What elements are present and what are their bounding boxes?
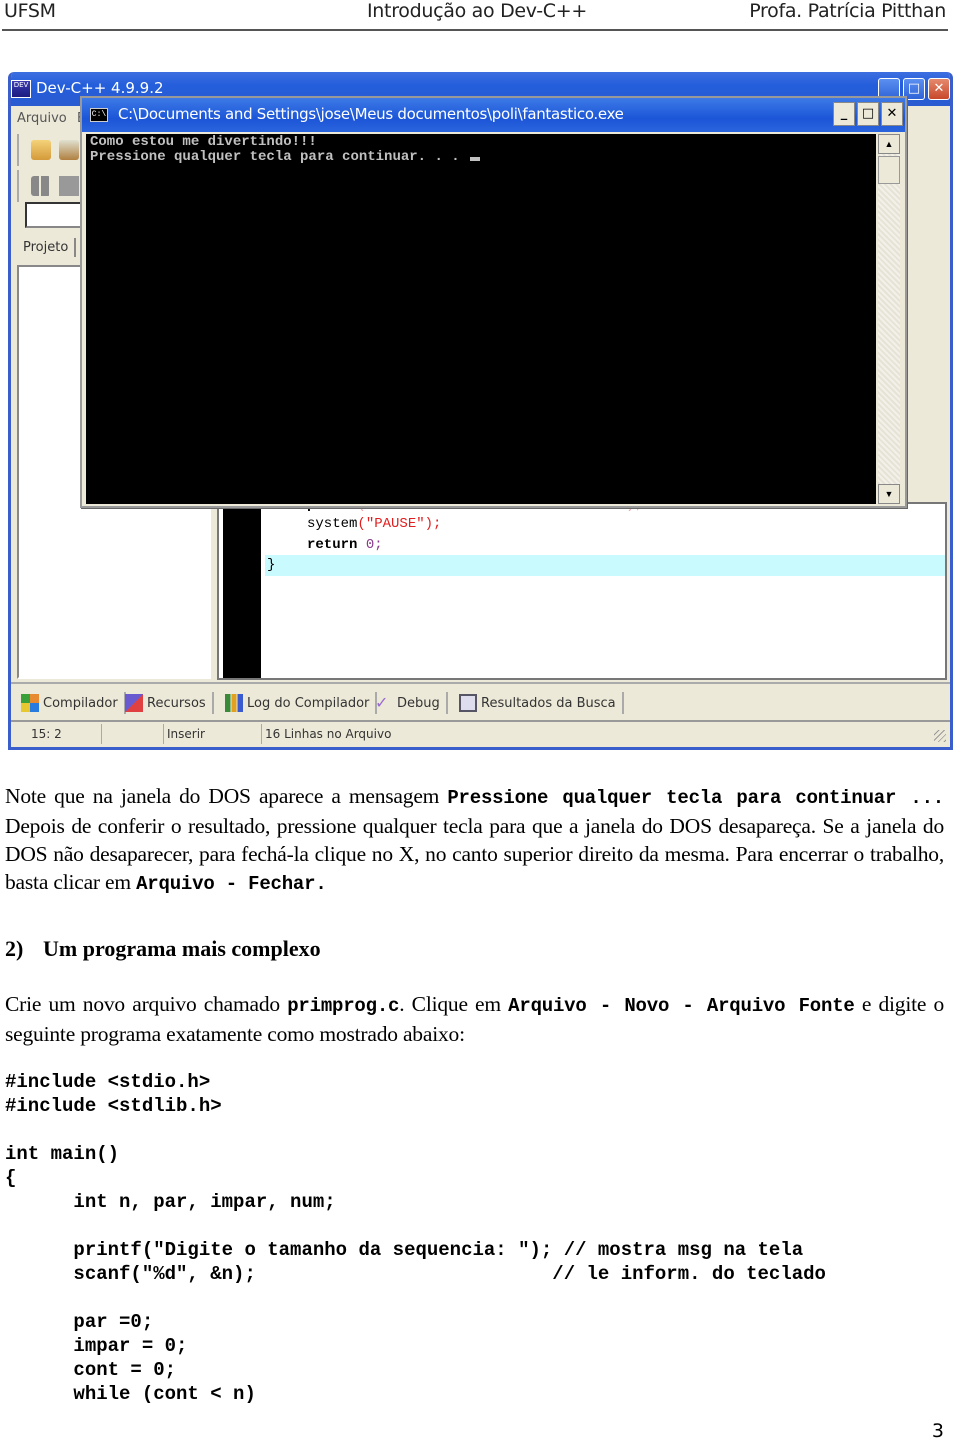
inline-code: primprog.c: [287, 995, 400, 1017]
section-heading: 2) Um programa mais complexo: [5, 936, 321, 961]
header-title: Introdução ao Dev-C++: [367, 0, 587, 22]
header-author: Profa. Patrícia Pitthan: [749, 0, 946, 22]
square-icon[interactable]: [59, 176, 79, 196]
header-institution: UFSM: [4, 0, 56, 22]
editor-line: return 0;: [307, 536, 383, 553]
code-line: #include <stdio.h>: [5, 1071, 211, 1093]
code-line: scanf("%d", &n); // le inform. do teclad…: [5, 1263, 826, 1285]
inline-code: Arquivo - Fechar.: [136, 873, 327, 895]
compiler-icon: [21, 694, 39, 712]
editor-line: system("PAUSE");: [307, 516, 442, 532]
paragraph-dos-note: Note que na janela do DOS aparece a mens…: [5, 784, 944, 895]
cmd-icon: C:\: [90, 108, 108, 122]
resources-icon: [125, 694, 143, 712]
tab-debug[interactable]: ✓ Debug: [375, 692, 448, 714]
status-mode: Inserir: [167, 727, 205, 741]
open-project-icon[interactable]: [59, 140, 79, 160]
code-editor[interactable]: printf("Como estou me divertindo...\n");…: [217, 502, 947, 680]
code-line: printf("Digite o tamanho da sequencia: "…: [5, 1239, 804, 1261]
paragraph-instructions: Crie um novo arquivo chamado primprog.c.…: [5, 992, 945, 1046]
header-rule: [2, 29, 948, 31]
grid-icon[interactable]: [31, 176, 51, 196]
editor-code: printf("Como estou me divertindo...\n");…: [265, 504, 945, 576]
scroll-down-button[interactable]: ▼: [878, 484, 900, 504]
dos-title: C:\Documents and Settings\jose\Meus docu…: [118, 105, 624, 123]
code-line: impar = 0;: [5, 1335, 188, 1357]
code-line: int main(): [5, 1143, 120, 1165]
close-button[interactable]: ✕: [928, 78, 950, 100]
status-position: 15: 2: [31, 727, 62, 741]
code-line: par =0;: [5, 1311, 154, 1333]
tab-log-compilador[interactable]: Log do Compilador: [225, 692, 378, 714]
dos-maximize-button[interactable]: □: [857, 102, 879, 126]
scroll-thumb[interactable]: [878, 156, 900, 184]
page-number: 3: [931, 1420, 944, 1441]
check-icon: ✓: [375, 693, 389, 712]
devcpp-title: Dev-C++ 4.9.9.2: [36, 79, 164, 97]
class-combo[interactable]: [25, 202, 85, 228]
status-bar: 15: 2 Inserir 16 Linhas no Arquivo: [11, 720, 950, 746]
console-line: Como estou me divertindo!!!: [90, 134, 317, 150]
editor-gutter: [223, 504, 261, 678]
inline-code: Arquivo - Novo - Arquivo Fonte: [508, 995, 855, 1017]
tab-compilador[interactable]: Compilador: [21, 692, 126, 714]
search-results-icon: [459, 694, 477, 712]
tab-resultados-busca[interactable]: Resultados da Busca: [459, 692, 624, 714]
bottom-tabs: Compilador Recursos Log do Compilador ✓ …: [11, 682, 950, 716]
menu-arquivo[interactable]: Arquivo: [17, 111, 67, 126]
code-line: #include <stdlib.h>: [5, 1095, 222, 1117]
console-scrollbar[interactable]: ▲ ▼: [878, 134, 900, 504]
console-cursor: [470, 157, 481, 161]
code-line: while (cont < n): [5, 1383, 256, 1405]
dos-minimize-button[interactable]: _: [833, 102, 855, 126]
resize-grip[interactable]: [934, 730, 946, 742]
editor-line-current: }: [265, 555, 945, 576]
tab-projeto[interactable]: Projeto: [17, 238, 77, 257]
console-line: Pressione qualquer tecla para continuar.…: [90, 150, 872, 165]
code-line: {: [5, 1167, 17, 1189]
dos-titlebar[interactable]: C:\ C:\Documents and Settings\jose\Meus …: [82, 98, 905, 132]
page-header: UFSM Introdução ao Dev-C++ Profa. Patríc…: [0, 0, 960, 32]
dos-window: C:\ C:\Documents and Settings\jose\Meus …: [80, 96, 907, 508]
dos-close-button[interactable]: ✕: [881, 102, 903, 126]
tab-recursos[interactable]: Recursos: [125, 692, 214, 714]
inline-code: Pressione qualquer tecla para continuar …: [447, 787, 944, 809]
toolbar-file: [17, 134, 87, 166]
code-line: cont = 0;: [5, 1359, 177, 1381]
new-project-icon[interactable]: [31, 140, 51, 160]
devcpp-app-icon: DEV: [11, 80, 31, 98]
code-listing: #include <stdio.h> #include <stdlib.h> in…: [5, 1070, 826, 1406]
chart-icon: [225, 694, 243, 712]
console-output: Como estou me divertindo!!! Pressione qua…: [86, 134, 876, 504]
status-lines: 16 Linhas no Arquivo: [265, 727, 392, 741]
toolbar-view: [17, 170, 87, 202]
scroll-up-button[interactable]: ▲: [878, 134, 900, 154]
code-line: int n, par, impar, num;: [5, 1191, 336, 1213]
